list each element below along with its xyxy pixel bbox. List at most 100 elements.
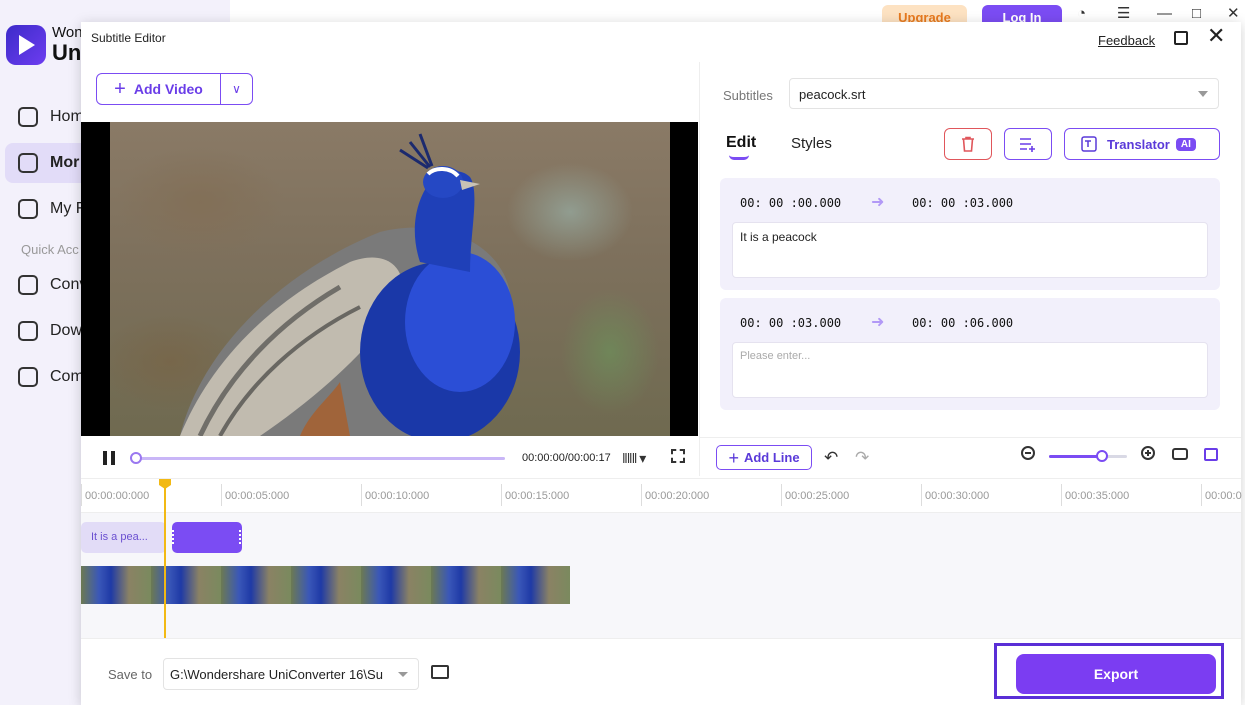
start-time-field[interactable]: 00: 00 :03.000 — [740, 316, 841, 330]
peacock-image — [180, 133, 520, 436]
timeline[interactable]: 00:00:00:000 00:00:05:000 00:00:10:000 0… — [80, 478, 1242, 639]
maximize-icon[interactable]: □ — [1192, 6, 1208, 21]
insert-subtitle-button[interactable] — [1004, 128, 1052, 160]
playback-timecode: 00:00:00/00:00:17 — [522, 452, 611, 464]
sidebar-item-label: Hom — [50, 108, 84, 125]
headset-icon[interactable]: ◔ — [1077, 6, 1093, 21]
download-icon — [18, 321, 38, 341]
convert-icon — [18, 275, 38, 295]
folder-icon[interactable] — [431, 665, 449, 679]
fullscreen-icon[interactable] — [671, 449, 685, 463]
zoom-slider-fill — [1049, 455, 1103, 458]
subtitles-label: Subtitles — [723, 88, 773, 103]
add-video-button-group: + Add Video ∨ — [96, 73, 253, 105]
footer-divider — [81, 638, 1241, 639]
plus-icon: + — [114, 78, 126, 100]
brand-line1: Won — [52, 24, 83, 41]
list-add-icon — [1020, 138, 1035, 152]
save-path-select[interactable]: G:\Wondershare UniConverter 16\Su — [163, 658, 419, 690]
tab-edit[interactable]: Edit — [726, 134, 756, 152]
translator-label: Translator — [1107, 136, 1170, 152]
caret-down-icon — [1198, 91, 1208, 97]
app-logo-icon — [6, 25, 46, 65]
sidebar-item-label: Mor — [50, 154, 80, 171]
clip-trim-handle[interactable] — [172, 530, 175, 544]
subtitle-text-input[interactable]: Please enter... — [732, 342, 1208, 398]
caret-down-icon — [398, 672, 408, 677]
pause-icon[interactable] — [103, 451, 115, 465]
add-line-label: Add Line — [743, 450, 800, 465]
ruler-tick-label: 00:00:35:000 — [1060, 484, 1130, 506]
subtitle-editor-dialog: Subtitle Editor Feedback ✕ + Add Video ∨ — [80, 22, 1242, 705]
add-line-button[interactable]: + Add Line — [716, 445, 812, 470]
translator-button[interactable]: Translator AI — [1064, 128, 1220, 160]
arrow-right-icon: ➜ — [871, 194, 885, 211]
end-time-field[interactable]: 00: 00 :06.000 — [912, 316, 1013, 330]
clip-trim-handle[interactable] — [239, 530, 242, 544]
export-button[interactable]: Export — [1016, 654, 1216, 694]
seek-bar[interactable] — [130, 457, 505, 460]
window-close-icon[interactable]: ✕ — [1227, 6, 1243, 21]
translate-icon — [1081, 136, 1097, 152]
zoom-slider-handle[interactable] — [1096, 450, 1109, 462]
brand-line2: Un — [52, 40, 82, 65]
ruler-tick-label: 00:00:05:000 — [220, 484, 290, 506]
add-video-dropdown[interactable]: ∨ — [221, 74, 252, 104]
subtitle-text-input[interactable]: It is a peacock — [732, 222, 1208, 278]
maximize-icon[interactable] — [1174, 31, 1188, 45]
section-divider — [699, 437, 1241, 438]
zoom-out-icon[interactable] — [1021, 446, 1035, 460]
sidebar-item-label: Dow — [50, 322, 83, 339]
delete-button[interactable] — [944, 128, 992, 160]
quick-access-heading: Quick Acc — [21, 242, 79, 257]
undo-icon[interactable]: ↶ — [824, 448, 838, 468]
tab-edit-indicator — [729, 155, 749, 160]
trash-icon — [962, 136, 974, 152]
ruler-tick-label: 00:00:20:000 — [640, 484, 710, 506]
ruler-tick-label: 00:00:0 — [1201, 484, 1242, 506]
tab-styles[interactable]: Styles — [791, 135, 832, 152]
plus-icon: + — [728, 447, 739, 468]
dialog-title: Subtitle Editor — [91, 31, 166, 45]
ai-badge: AI — [1175, 137, 1196, 151]
sidebar-item-label: Com — [50, 368, 84, 385]
close-icon[interactable]: ✕ — [1207, 25, 1225, 47]
subtitle-entry-card: 00: 00 :00.000 ➜ 00: 00 :03.000 It is a … — [720, 178, 1220, 290]
video-frame — [110, 122, 670, 436]
minimize-icon[interactable]: — — [1157, 6, 1173, 21]
seek-handle[interactable] — [130, 452, 142, 464]
ruler-tick-label: 00:00:25:000 — [780, 484, 850, 506]
toolbox-icon — [18, 153, 38, 173]
zoom-in-icon[interactable] — [1141, 446, 1155, 460]
end-time-field[interactable]: 00: 00 :03.000 — [912, 196, 1013, 210]
menu-icon[interactable]: ☰ — [1117, 6, 1133, 21]
subtitle-clip-selected[interactable] — [172, 522, 242, 553]
video-preview[interactable] — [81, 122, 698, 436]
ruler-tick-label: 00:00:10:000 — [360, 484, 430, 506]
ruler-tick-label: 00:00:00:000 — [80, 484, 150, 506]
ruler-tick-label: 00:00:30:000 — [920, 484, 990, 506]
timeline-ruler: 00:00:00:000 00:00:05:000 00:00:10:000 0… — [80, 479, 1242, 513]
subtitles-file-value: peacock.srt — [799, 87, 866, 102]
ruler-tick-label: 00:00:15:000 — [500, 484, 570, 506]
start-time-field[interactable]: 00: 00 :00.000 — [740, 196, 841, 210]
arrow-right-icon: ➜ — [871, 314, 885, 331]
audio-waveform-icon[interactable]: ‖‖‖ ▾ — [622, 450, 646, 467]
fit-to-width-icon[interactable] — [1172, 448, 1188, 460]
home-icon — [18, 107, 38, 127]
subtitles-file-select[interactable]: peacock.srt — [789, 78, 1219, 109]
chevron-down-icon: ∨ — [232, 82, 241, 96]
subtitle-clip[interactable]: It is a pea... — [81, 522, 166, 553]
feedback-link[interactable]: Feedback — [1098, 33, 1155, 48]
redo-icon[interactable]: ↷ — [855, 448, 869, 468]
save-to-label: Save to — [108, 667, 153, 682]
add-video-button[interactable]: + Add Video — [97, 74, 221, 104]
add-video-label: Add Video — [133, 81, 203, 97]
file-icon — [18, 199, 38, 219]
player-controls: 00:00:00/00:00:17 ‖‖‖ ▾ — [81, 438, 698, 478]
timeline-playhead[interactable] — [164, 479, 166, 639]
video-track-thumbnails[interactable] — [81, 566, 570, 604]
pane-divider — [699, 62, 700, 476]
compress-icon — [18, 367, 38, 387]
image-settings-icon[interactable] — [1204, 448, 1218, 461]
